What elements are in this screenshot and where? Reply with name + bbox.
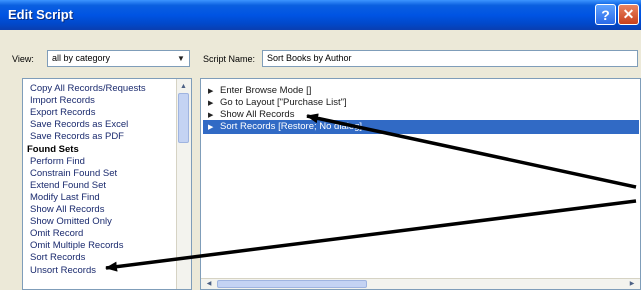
edit-script-dialog: Edit Script ? ✕ View: all by category ▼ … <box>0 0 641 290</box>
arrow-to-sort-step <box>306 113 637 189</box>
annotation-arrows <box>105 113 637 272</box>
arrow-to-sort-records-item <box>105 199 637 272</box>
